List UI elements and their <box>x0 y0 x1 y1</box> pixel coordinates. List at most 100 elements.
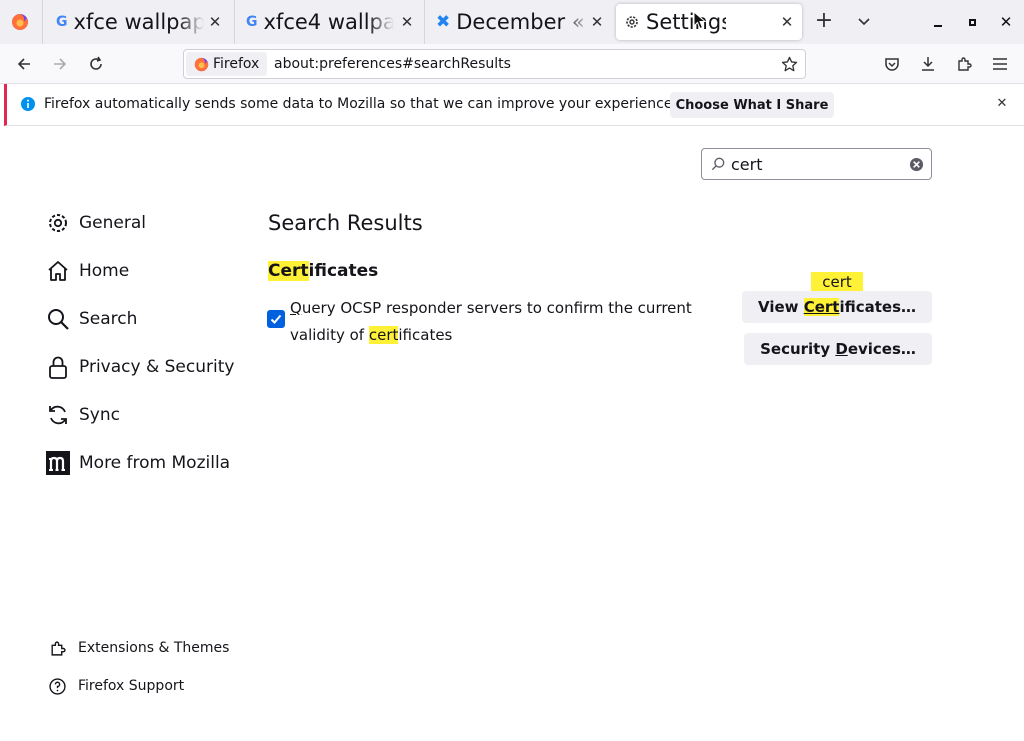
sidebar-link-firefox-support[interactable]: Firefox Support <box>47 675 184 697</box>
access-key-letter: D <box>835 340 848 358</box>
pocket-icon <box>885 58 899 71</box>
magnifier-icon <box>45 306 71 332</box>
section-title-certificates: Certificates <box>268 261 378 281</box>
hamburger-menu-icon <box>993 58 1007 70</box>
sidebar-item-privacy-security[interactable]: Privacy & Security <box>45 351 234 383</box>
data-notification-bar: Firefox automatically sends some data to… <box>4 84 1024 126</box>
button-label: View <box>757 298 804 316</box>
gear-icon <box>626 16 638 28</box>
new-tab-button[interactable]: + <box>812 10 836 34</box>
bookmark-star-button[interactable] <box>779 54 799 74</box>
search-match-tooltip: cert <box>811 272 863 292</box>
mouse-cursor-icon <box>693 11 707 30</box>
maximize-button[interactable] <box>962 12 982 32</box>
close-tab-icon[interactable]: ✕ <box>588 13 606 31</box>
sidebar-item-search[interactable]: Search <box>45 303 137 335</box>
close-tab-icon[interactable]: ✕ <box>206 13 224 31</box>
xfce-icon: ✖ <box>436 12 451 32</box>
sidebar-link-label: Firefox Support <box>78 678 185 694</box>
choose-what-i-share-button[interactable]: Choose What I Share <box>670 92 834 118</box>
button-label: ificates… <box>839 298 917 316</box>
pocket-button[interactable] <box>880 52 904 76</box>
label-text: ificates <box>398 326 453 344</box>
tab-xfce4-wallpaper[interactable]: G xfce4 wallpaper - Google Search ✕ <box>236 4 422 40</box>
section-title-rest: ificates <box>308 261 379 281</box>
checkbox-label-line-1: Query OCSP responder servers to confirm … <box>290 295 692 322</box>
button-label: Security <box>760 340 836 358</box>
tab-xfce-wallpaper[interactable]: G xfce wallpaper - Google Search ✕ <box>46 4 230 40</box>
close-notification-button[interactable]: ✕ <box>993 95 1011 113</box>
tab-title: December « 2022 « Xfce <box>456 10 591 34</box>
sidebar-item-label: General <box>79 213 146 233</box>
search-highlight: cert <box>368 326 399 344</box>
downloads-button[interactable] <box>916 52 940 76</box>
forward-button[interactable] <box>48 52 72 76</box>
tab-title: xfce4 wallpaper - Google Search <box>263 10 394 34</box>
identity-label: Firefox <box>213 56 260 72</box>
sidebar-item-general[interactable]: General <box>45 207 146 239</box>
url-text[interactable]: about:preferences#searchResults <box>274 56 511 72</box>
home-icon <box>45 258 71 284</box>
sidebar-link-extensions-themes[interactable]: Extensions & Themes <box>47 637 229 659</box>
search-input-value[interactable]: cert <box>731 155 763 174</box>
sidebar-item-home[interactable]: Home <box>45 255 129 287</box>
label-text: uery OCSP responder servers to confirm t… <box>301 299 692 317</box>
preferences-search-input[interactable]: cert <box>701 148 932 180</box>
notification-message: Firefox automatically sends some data to… <box>44 96 677 112</box>
minimize-icon <box>934 25 942 27</box>
mozilla-logo-icon <box>45 450 71 476</box>
sidebar-item-more-from-mozilla[interactable]: More from Mozilla <box>45 447 230 479</box>
puzzle-icon <box>958 57 972 71</box>
sidebar-item-label: Sync <box>79 405 120 425</box>
chevron-down-icon <box>858 18 870 26</box>
tab-bar: G xfce wallpaper - Google Search ✕ G xfc… <box>0 0 1024 44</box>
tab-december-xfce[interactable]: ✖ December « 2022 « Xfce ✕ <box>426 4 612 40</box>
search-icon <box>711 157 725 171</box>
list-all-tabs-button[interactable] <box>852 10 876 34</box>
sidebar-item-label: Privacy & Security <box>79 357 235 377</box>
lock-icon <box>45 354 71 380</box>
identity-box[interactable]: Firefox <box>186 52 267 76</box>
navigation-bar: Firefox about:preferences#searchResults <box>0 44 1024 84</box>
tab-title: Settings <box>646 10 726 34</box>
ocsp-checkbox[interactable] <box>267 310 285 328</box>
page-title: Search Results <box>268 211 423 235</box>
star-icon <box>781 56 797 71</box>
sync-icon <box>45 402 71 428</box>
puzzle-icon <box>47 638 67 658</box>
download-icon <box>922 57 934 71</box>
close-tab-icon[interactable]: ✕ <box>778 13 796 31</box>
view-certificates-button[interactable]: View Cert ificates… <box>742 291 932 323</box>
google-icon: G <box>246 14 258 30</box>
sidebar-item-label: Home <box>79 261 130 281</box>
clear-search-button[interactable] <box>908 156 924 172</box>
firefox-logo-icon <box>194 57 209 71</box>
checkmark-icon <box>270 314 282 324</box>
app-menu-button[interactable] <box>988 52 1012 76</box>
security-devices-button[interactable]: Security Devices… <box>744 333 932 365</box>
reload-icon <box>90 56 102 70</box>
back-arrow-icon <box>17 58 30 70</box>
info-icon <box>21 97 35 111</box>
ocsp-checkbox-label[interactable]: Query OCSP responder servers to confirm … <box>290 295 692 349</box>
gear-icon <box>45 210 71 236</box>
sidebar-item-sync[interactable]: Sync <box>45 399 120 431</box>
close-tab-icon[interactable]: ✕ <box>398 13 416 31</box>
sidebar-item-label: Search <box>79 309 138 329</box>
reload-button[interactable] <box>84 52 108 76</box>
close-window-button[interactable]: ✕ <box>996 12 1016 32</box>
checkbox-label-line-2: validity of certificates <box>290 322 692 349</box>
back-button[interactable] <box>12 52 36 76</box>
access-key-letter: Q <box>290 299 302 317</box>
help-icon <box>47 676 67 696</box>
search-highlight: Cert <box>268 261 309 281</box>
minimize-button[interactable] <box>928 12 948 32</box>
url-bar[interactable]: Firefox about:preferences#searchResults <box>183 49 806 79</box>
extensions-button[interactable] <box>952 52 976 76</box>
firefox-logo-icon <box>12 14 28 30</box>
sidebar-item-label: More from Mozilla <box>79 453 231 473</box>
button-label: evices… <box>847 340 916 358</box>
tab-settings[interactable]: Settings ✕ <box>616 4 802 40</box>
sidebar-link-label: Extensions & Themes <box>78 640 230 656</box>
firefox-view-button[interactable] <box>6 8 34 36</box>
